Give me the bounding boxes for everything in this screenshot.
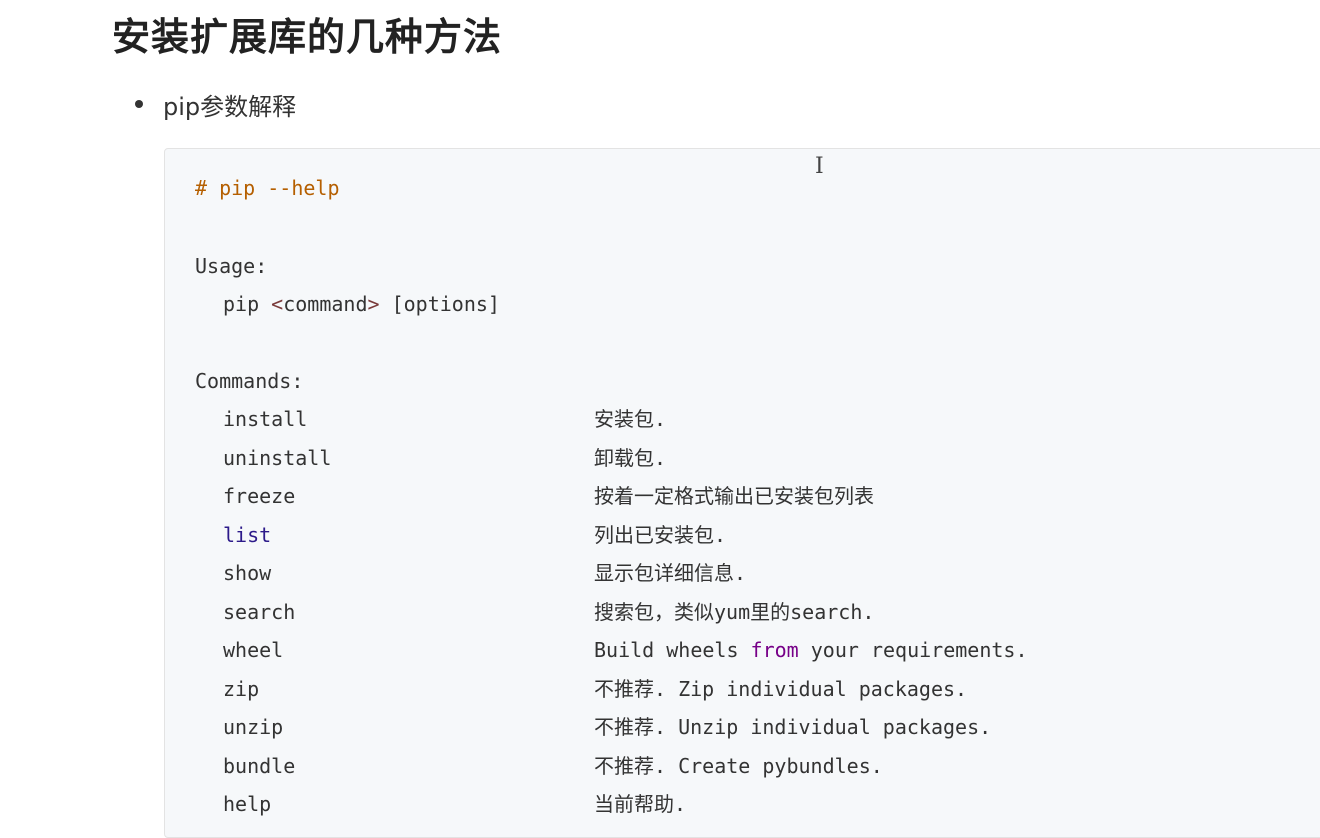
list-item-label: pip参数解释	[163, 92, 297, 121]
command-desc-part: Build wheels	[594, 638, 751, 662]
page-title: 安装扩展库的几种方法	[112, 15, 503, 59]
usage-label: Usage:	[195, 254, 268, 278]
usage-gt: >	[367, 292, 380, 316]
command-desc: 安装包.	[594, 407, 667, 431]
command-desc: 卸载包.	[594, 446, 667, 470]
bullet-icon	[135, 100, 143, 108]
command-desc: 按着一定格式输出已安装包列表	[594, 484, 874, 508]
command-name: help	[223, 792, 272, 816]
usage-pip: pip	[223, 292, 272, 316]
command-desc: 不推荐. Unzip individual packages.	[594, 715, 992, 739]
command-name: show	[223, 561, 272, 585]
command-name: search	[223, 600, 296, 624]
commands-label: Commands:	[195, 369, 304, 393]
command-desc: 当前帮助.	[594, 792, 687, 816]
command-name: zip	[223, 677, 260, 701]
command-desc: Build wheels from your requirements.	[594, 633, 1028, 667]
command-name: install	[223, 407, 308, 431]
command-name: unzip	[223, 715, 284, 739]
command-desc-keyword: from	[750, 638, 799, 662]
usage-options: [options]	[379, 292, 500, 316]
text-cursor-icon: I	[815, 154, 824, 179]
usage-line: pip <command> [options]	[223, 287, 500, 321]
command-name: freeze	[223, 484, 296, 508]
command-name: uninstall	[223, 446, 332, 470]
command-desc: 不推荐. Zip individual packages.	[594, 677, 968, 701]
usage-lt: <	[271, 292, 284, 316]
usage-command: command	[283, 292, 368, 316]
command-desc: 显示包详细信息.	[594, 561, 747, 585]
command-name: wheel	[223, 638, 284, 662]
code-comment-line: # pip --help	[195, 176, 340, 200]
command-desc: 不推荐. Create pybundles.	[594, 754, 883, 778]
command-desc: 列出已安装包.	[594, 523, 727, 547]
command-desc-part: your requirements.	[798, 638, 1028, 662]
command-name: bundle	[223, 754, 296, 778]
command-name: list	[223, 523, 272, 547]
command-desc: 搜索包，类似yum里的search.	[594, 600, 875, 624]
list-item: pip参数解释	[135, 86, 296, 122]
